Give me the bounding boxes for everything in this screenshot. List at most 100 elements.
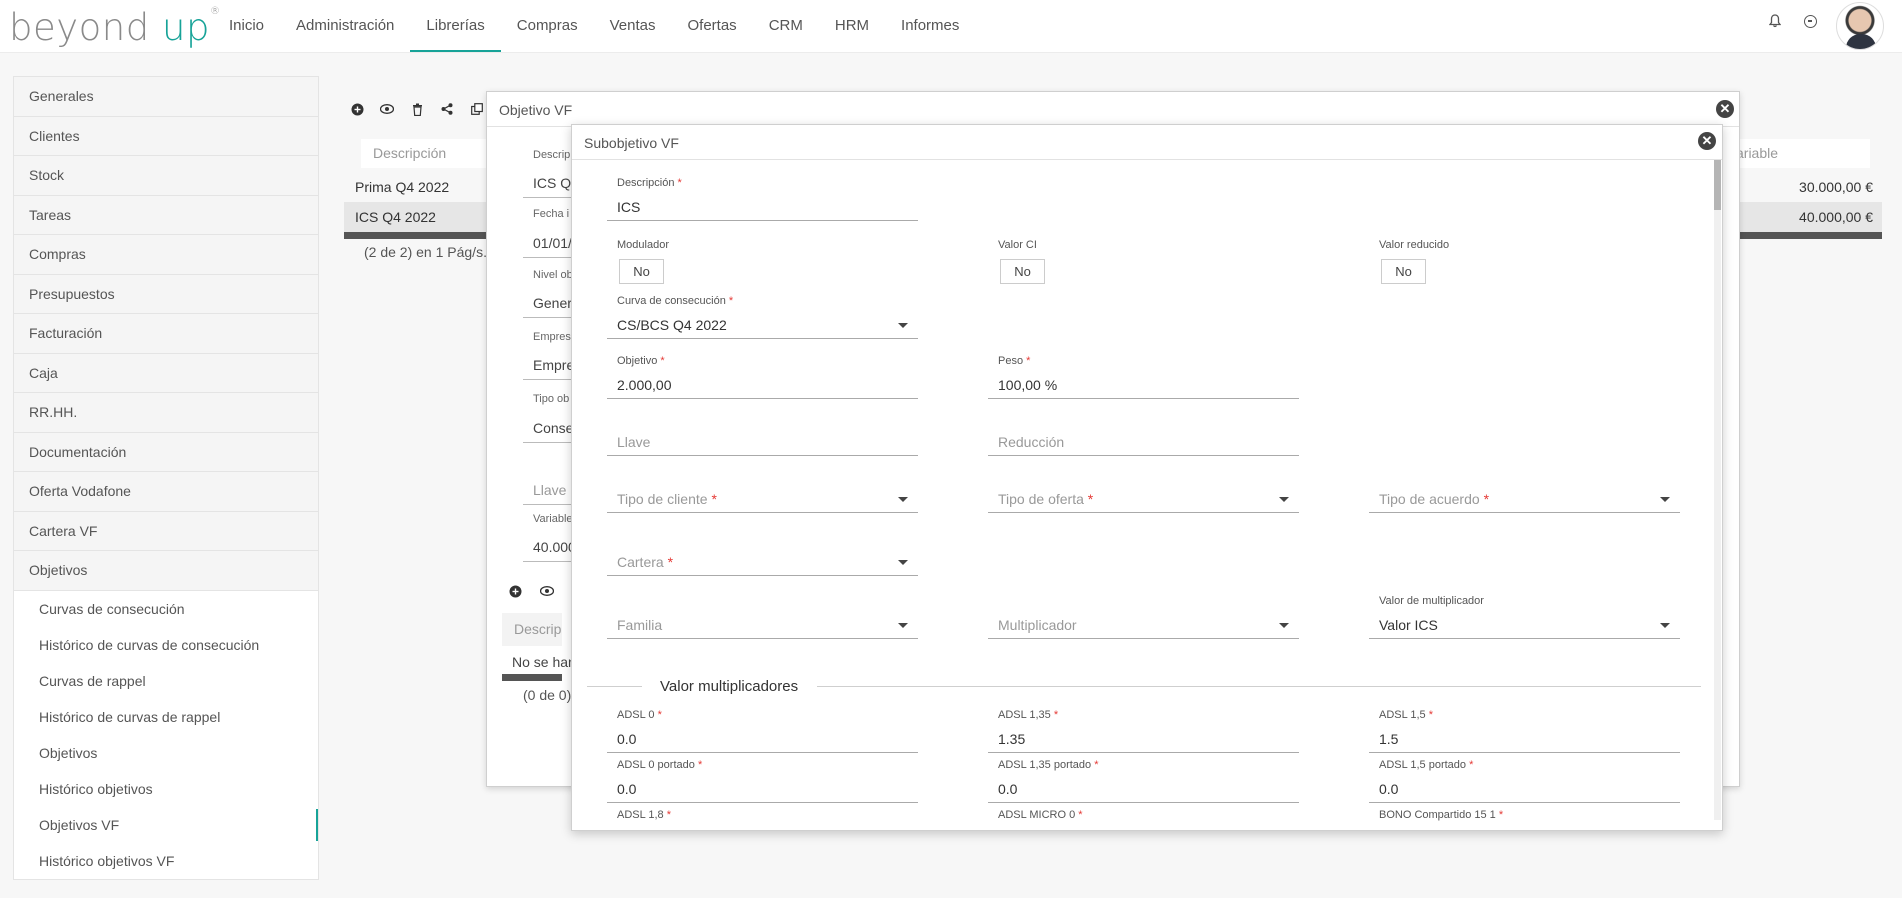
brand-logo[interactable]: beyond up®	[9, 6, 220, 49]
view-icon[interactable]	[373, 96, 401, 122]
sidebar-subitem-curvas-consecucion[interactable]: Curvas de consecución	[14, 591, 318, 627]
list-row-desc[interactable]: ICS Q4 2022	[344, 202, 504, 232]
sidebar-item-compras[interactable]: Compras	[14, 235, 318, 275]
chevron-down-icon[interactable]	[1660, 623, 1670, 628]
sidebar-subitem-objetivos-vf[interactable]: Objetivos VF	[14, 807, 318, 843]
sidebar-subitem-historico-objetivos[interactable]: Histórico objetivos	[14, 771, 318, 807]
sidebar-item-oferta-vodafone[interactable]: Oferta Vodafone	[14, 472, 318, 512]
sidebar-subitem-historico-objetivos-vf[interactable]: Histórico objetivos VF	[14, 843, 318, 879]
field-placeholder[interactable]: Cartera *	[607, 548, 918, 576]
sidebar-subitem-curvas-rappel[interactable]: Curvas de rappel	[14, 663, 318, 699]
field-placeholder[interactable]: Tipo de acuerdo *	[1369, 485, 1680, 513]
list-row-desc[interactable]: Prima Q4 2022	[344, 172, 504, 202]
chevron-down-icon[interactable]	[1279, 497, 1289, 502]
close-icon[interactable]: ✕	[1698, 132, 1716, 150]
sidebar-item-caja[interactable]: Caja	[14, 353, 318, 393]
familia-select[interactable]: Familia	[607, 595, 918, 639]
sidebar-item-cartera-vf[interactable]: Cartera VF	[14, 511, 318, 551]
sidebar-item-objetivos[interactable]: Objetivos	[14, 551, 318, 591]
add-icon[interactable]	[501, 578, 529, 604]
share-icon[interactable]	[433, 96, 461, 122]
peso-field[interactable]: Peso * 100,00 %	[988, 355, 1299, 399]
adsl-0-field[interactable]: ADSL 0 * 0.0	[607, 709, 918, 753]
field-value[interactable]: CS/BCS Q4 2022	[607, 311, 918, 339]
nav-item-librerias[interactable]: Librerías	[410, 0, 501, 52]
sidebar-item-rrhh[interactable]: RR.HH.	[14, 393, 318, 433]
sidebar-subitem-historico-curvas-rappel[interactable]: Histórico de curvas de rappel	[14, 699, 318, 735]
valor-reducido-toggle[interactable]: No	[1381, 259, 1426, 284]
close-icon[interactable]: ✕	[1716, 100, 1734, 118]
adsl-micro-0-field[interactable]: ADSL MICRO 0 *	[988, 809, 1299, 825]
delete-icon[interactable]	[403, 96, 431, 122]
field-placeholder[interactable]: Llave	[607, 428, 918, 456]
nav-item-ofertas[interactable]: Ofertas	[672, 0, 753, 52]
bono-compartido-field[interactable]: BONO Compartido 15 1 *	[1369, 809, 1680, 825]
sidebar-item-documentacion[interactable]: Documentación	[14, 432, 318, 472]
field-placeholder[interactable]: Tipo de oferta *	[988, 485, 1299, 513]
list-row-value[interactable]: 30.000,00 €	[1740, 172, 1882, 202]
nav-item-inicio[interactable]: Inicio	[213, 0, 280, 52]
field-value[interactable]: 0.0	[607, 775, 918, 803]
sidebar-item-clientes[interactable]: Clientes	[14, 116, 318, 156]
nav-item-crm[interactable]: CRM	[753, 0, 819, 52]
multiplicador-select[interactable]: Multiplicador	[988, 595, 1299, 639]
toggle-icon[interactable]	[1804, 15, 1817, 28]
nav-item-informes[interactable]: Informes	[885, 0, 975, 52]
list-row-value[interactable]: 40.000,00 €	[1740, 202, 1882, 232]
adsl-1-8-field[interactable]: ADSL 1,8 *	[607, 809, 918, 825]
field-placeholder[interactable]: Tipo de cliente *	[607, 485, 918, 513]
user-avatar[interactable]	[1836, 2, 1884, 50]
list-filter-description[interactable]: Descripción	[361, 139, 501, 168]
sidebar-item-presupuestos[interactable]: Presupuestos	[14, 274, 318, 314]
list-scrollbar[interactable]	[344, 232, 504, 239]
field-value[interactable]: 0.0	[988, 775, 1299, 803]
dialog-scrollbar[interactable]	[1714, 160, 1721, 820]
tipo-cliente-select[interactable]: Tipo de cliente *	[607, 469, 918, 513]
field-value[interactable]: Valor ICS	[1369, 611, 1680, 639]
sidebar-item-facturacion[interactable]: Facturación	[14, 314, 318, 354]
valor-ci-toggle[interactable]: No	[1000, 259, 1045, 284]
view-icon[interactable]	[533, 578, 561, 604]
field-value[interactable]: 2.000,00	[607, 371, 918, 399]
objetivo-field[interactable]: Objetivo * 2.000,00	[607, 355, 918, 399]
field-placeholder[interactable]: Reducción	[988, 428, 1299, 456]
sidebar-subitem-objetivos[interactable]: Objetivos	[14, 735, 318, 771]
field-value[interactable]: 0.0	[1369, 775, 1680, 803]
modulador-toggle[interactable]: No	[619, 259, 664, 284]
bell-icon[interactable]	[1769, 14, 1781, 28]
field-placeholder[interactable]: Familia	[607, 611, 918, 639]
sidebar-item-tareas[interactable]: Tareas	[14, 195, 318, 235]
field-value[interactable]: 1.5	[1369, 725, 1680, 753]
sidebar-subitem-historico-curvas-consecucion[interactable]: Histórico de curvas de consecución	[14, 627, 318, 663]
field-value[interactable]: 1.35	[988, 725, 1299, 753]
field-value[interactable]: 100,00 %	[988, 371, 1299, 399]
add-icon[interactable]	[343, 96, 371, 122]
adsl-1-35-portado-field[interactable]: ADSL 1,35 portado * 0.0	[988, 759, 1299, 803]
adsl-1-5-field[interactable]: ADSL 1,5 * 1.5	[1369, 709, 1680, 753]
chevron-down-icon[interactable]	[898, 560, 908, 565]
sidebar-item-stock[interactable]: Stock	[14, 156, 318, 196]
sidebar-item-generales[interactable]: Generales	[14, 77, 318, 117]
llave-field[interactable]: Llave	[607, 412, 918, 456]
descripcion-field[interactable]: Descripción * ICS	[607, 177, 918, 221]
cartera-select[interactable]: Cartera *	[607, 532, 918, 576]
field-value[interactable]: ICS	[607, 193, 918, 221]
chevron-down-icon[interactable]	[898, 623, 908, 628]
sub-filter-description[interactable]: Descrip	[502, 613, 562, 646]
chevron-down-icon[interactable]	[898, 497, 908, 502]
nav-item-compras[interactable]: Compras	[501, 0, 594, 52]
chevron-down-icon[interactable]	[1660, 497, 1670, 502]
valor-multiplicador-select[interactable]: Valor de multiplicador Valor ICS	[1369, 595, 1680, 639]
chevron-down-icon[interactable]	[898, 323, 908, 328]
nav-item-hrm[interactable]: HRM	[819, 0, 885, 52]
sub-list-scrollbar[interactable]	[502, 674, 562, 681]
reduccion-field[interactable]: Reducción	[988, 412, 1299, 456]
adsl-1-35-field[interactable]: ADSL 1,35 * 1.35	[988, 709, 1299, 753]
field-value[interactable]: 0.0	[607, 725, 918, 753]
adsl-1-5-portado-field[interactable]: ADSL 1,5 portado * 0.0	[1369, 759, 1680, 803]
chevron-down-icon[interactable]	[1279, 623, 1289, 628]
scrollbar-thumb[interactable]	[1714, 160, 1721, 210]
field-placeholder[interactable]: Multiplicador	[988, 611, 1299, 639]
tipo-acuerdo-select[interactable]: Tipo de acuerdo *	[1369, 469, 1680, 513]
list-filter-variable[interactable]: ariable	[1732, 139, 1870, 168]
